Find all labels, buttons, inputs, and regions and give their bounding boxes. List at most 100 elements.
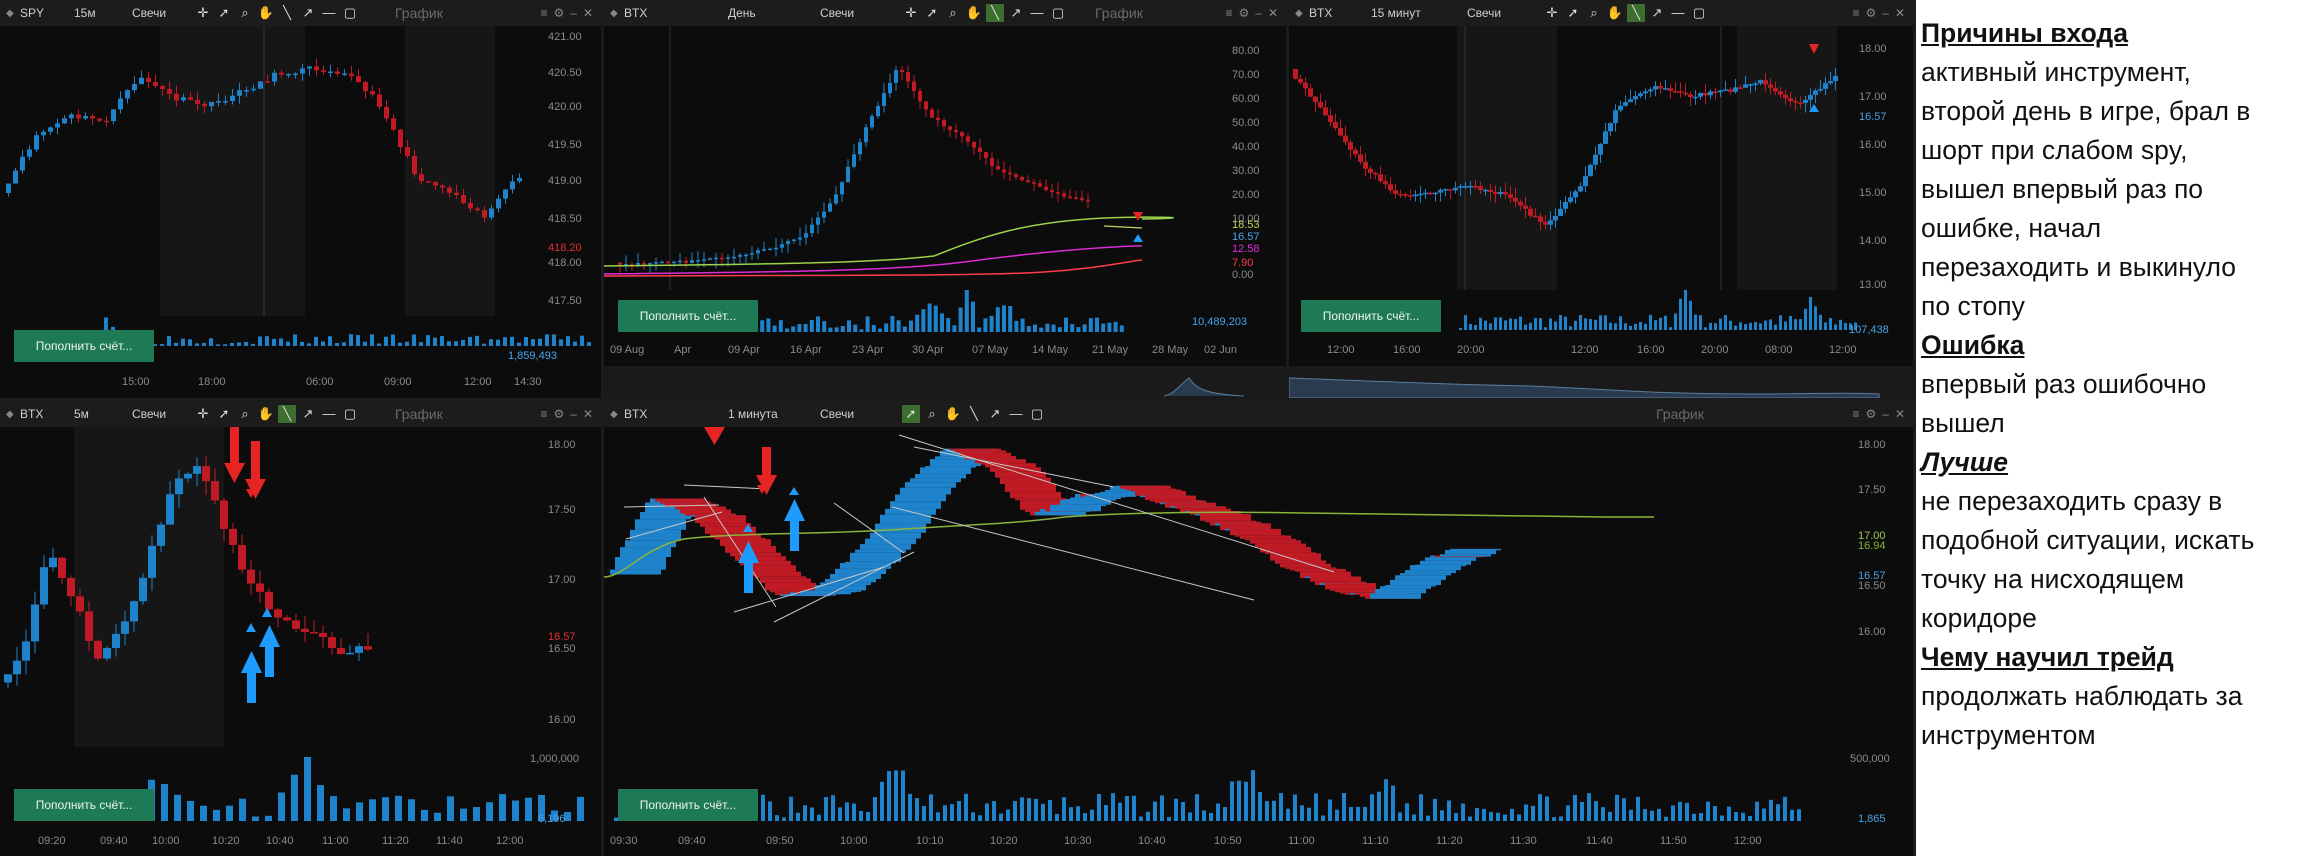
- cursor-icon[interactable]: ➚: [215, 405, 233, 423]
- chart-panel-btx-5m[interactable]: ◆ BTX 5м Свечи ✛ ➚ ⌕ ✋ ╲ ↗ — ▢ График ≡ ⚙…: [0, 401, 601, 856]
- minimize-icon[interactable]: –: [1882, 6, 1889, 20]
- close-icon[interactable]: ✕: [1268, 6, 1278, 20]
- rect-icon[interactable]: ▢: [341, 4, 359, 22]
- chart-type-select[interactable]: Свечи: [814, 6, 896, 20]
- close-icon[interactable]: ✕: [1895, 407, 1905, 421]
- chart-panel-spy-15m[interactable]: ◆ SPY 15м Свечи ✛ ➚ ⌕ ✋ ╲ ↗ — ▢ График ≡…: [0, 0, 601, 398]
- hand-icon[interactable]: ✋: [257, 405, 275, 423]
- menu-icon[interactable]: ≡: [540, 6, 547, 20]
- price-plot[interactable]: 18.00 17.00 16.00 15.00 14.00 13.00 16.5…: [1289, 26, 1913, 290]
- candle-body: [672, 261, 676, 264]
- close-icon[interactable]: ✕: [583, 6, 593, 20]
- settings-icon[interactable]: ⚙: [553, 407, 564, 421]
- symbol-field[interactable]: BTX: [14, 407, 70, 421]
- symbol-field[interactable]: BTX: [618, 6, 724, 20]
- menu-icon[interactable]: ≡: [540, 407, 547, 421]
- candle-body: [1280, 563, 1331, 568]
- zoom-icon[interactable]: ⌕: [236, 4, 254, 22]
- timeframe-select[interactable]: День: [724, 6, 814, 20]
- chart-panel-btx-1m[interactable]: ◆ BTX 1 минута Свечи ➚ ⌕ ✋ ╲ ↗ — ▢ Графи…: [604, 401, 1913, 856]
- symbol-field[interactable]: BTX: [1303, 6, 1367, 20]
- rect-icon[interactable]: ▢: [341, 405, 359, 423]
- hline-icon[interactable]: —: [320, 4, 338, 22]
- rect-icon[interactable]: ▢: [1690, 4, 1708, 22]
- navigator-strip[interactable]: [1289, 366, 1913, 398]
- panel-menu-icon[interactable]: ◆: [610, 8, 618, 19]
- deposit-button[interactable]: Пополнить счёт...: [14, 330, 154, 362]
- hline-icon[interactable]: —: [1028, 4, 1046, 22]
- ray-icon[interactable]: ↗: [1007, 4, 1025, 22]
- price-plot[interactable]: 18.00 17.50 17.00 16.50 16.00 17.00 16.9…: [604, 427, 1913, 747]
- crosshair-icon[interactable]: ✛: [194, 405, 212, 423]
- menu-icon[interactable]: ≡: [1225, 6, 1232, 20]
- timeframe-select[interactable]: 5м: [70, 407, 126, 421]
- chart-type-select[interactable]: Свечи: [126, 407, 188, 421]
- navigator-strip[interactable]: [604, 366, 1286, 398]
- minimize-icon[interactable]: –: [570, 407, 577, 421]
- volume-bar: [1272, 800, 1276, 821]
- price-plot[interactable]: 80.00 70.00 60.00 50.00 40.00 30.00 20.0…: [604, 26, 1286, 290]
- crosshair-icon[interactable]: ✛: [902, 4, 920, 22]
- menu-icon[interactable]: ≡: [1852, 6, 1859, 20]
- cursor-icon[interactable]: ➚: [902, 405, 920, 423]
- zoom-icon[interactable]: ⌕: [944, 4, 962, 22]
- panel-menu-icon[interactable]: ◆: [6, 8, 14, 19]
- timeframe-select[interactable]: 15 минут: [1367, 6, 1461, 20]
- hand-icon[interactable]: ✋: [965, 4, 983, 22]
- panel-menu-icon[interactable]: ◆: [6, 409, 14, 420]
- ray-icon[interactable]: ↗: [299, 405, 317, 423]
- hand-icon[interactable]: ✋: [1606, 4, 1624, 22]
- line-icon[interactable]: ╲: [965, 405, 983, 423]
- line-icon[interactable]: ╲: [278, 4, 296, 22]
- minimize-icon[interactable]: –: [1255, 6, 1262, 20]
- cursor-icon[interactable]: ➚: [923, 4, 941, 22]
- deposit-button[interactable]: Пополнить счёт...: [14, 789, 154, 821]
- hline-icon[interactable]: —: [1007, 405, 1025, 423]
- price-plot[interactable]: 421.00 420.50 420.00 419.50 419.00 418.5…: [0, 26, 601, 316]
- price-plot[interactable]: 18.00 17.50 17.00 16.50 16.00 16.57: [0, 427, 601, 747]
- hand-icon[interactable]: ✋: [257, 4, 275, 22]
- chart-type-select[interactable]: Свечи: [1461, 6, 1537, 20]
- symbol-field[interactable]: BTX: [618, 407, 724, 421]
- zoom-icon[interactable]: ⌕: [1585, 4, 1603, 22]
- close-icon[interactable]: ✕: [1895, 6, 1905, 20]
- panel-menu-icon[interactable]: ◆: [1295, 8, 1303, 19]
- chart-panel-btx-day[interactable]: ◆ BTX День Свечи ✛ ➚ ⌕ ✋ ╲ ↗ — ▢ График …: [604, 0, 1286, 398]
- settings-icon[interactable]: ⚙: [1865, 6, 1876, 20]
- line-icon[interactable]: ╲: [986, 4, 1004, 22]
- symbol-field[interactable]: SPY: [14, 6, 70, 20]
- close-icon[interactable]: ✕: [583, 407, 593, 421]
- minimize-icon[interactable]: –: [570, 6, 577, 20]
- rect-icon[interactable]: ▢: [1028, 405, 1046, 423]
- rect-icon[interactable]: ▢: [1049, 4, 1067, 22]
- crosshair-icon[interactable]: ✛: [1543, 4, 1561, 22]
- deposit-button[interactable]: Пополнить счёт...: [618, 789, 758, 821]
- timeframe-select[interactable]: 1 минута: [724, 407, 814, 421]
- crosshair-icon[interactable]: ✛: [194, 4, 212, 22]
- settings-icon[interactable]: ⚙: [1238, 6, 1249, 20]
- minimize-icon[interactable]: –: [1882, 407, 1889, 421]
- line-icon[interactable]: ╲: [1627, 4, 1645, 22]
- settings-icon[interactable]: ⚙: [1865, 407, 1876, 421]
- hand-icon[interactable]: ✋: [944, 405, 962, 423]
- chart-type-select[interactable]: Свечи: [126, 6, 188, 20]
- deposit-button[interactable]: Пополнить счёт...: [1301, 300, 1441, 332]
- line-icon[interactable]: ╲: [278, 405, 296, 423]
- deposit-button[interactable]: Пополнить счёт...: [618, 300, 758, 332]
- ray-icon[interactable]: ↗: [986, 405, 1004, 423]
- ray-icon[interactable]: ↗: [299, 4, 317, 22]
- cursor-icon[interactable]: ➚: [1564, 4, 1582, 22]
- cursor-icon[interactable]: ➚: [215, 4, 233, 22]
- hline-icon[interactable]: —: [320, 405, 338, 423]
- menu-icon[interactable]: ≡: [1852, 407, 1859, 421]
- zoom-icon[interactable]: ⌕: [236, 405, 254, 423]
- settings-icon[interactable]: ⚙: [553, 6, 564, 20]
- chart-panel-btx-15m[interactable]: ◆ BTX 15 минут Свечи ✛ ➚ ⌕ ✋ ╲ ↗ — ▢ ≡ ⚙ –…: [1289, 0, 1913, 398]
- chart-type-select[interactable]: Свечи: [814, 407, 896, 421]
- zoom-icon[interactable]: ⌕: [923, 405, 941, 423]
- timeframe-select[interactable]: 15м: [70, 6, 126, 20]
- hline-icon[interactable]: —: [1669, 4, 1687, 22]
- candle-body: [755, 576, 806, 579]
- ray-icon[interactable]: ↗: [1648, 4, 1666, 22]
- panel-menu-icon[interactable]: ◆: [610, 409, 618, 420]
